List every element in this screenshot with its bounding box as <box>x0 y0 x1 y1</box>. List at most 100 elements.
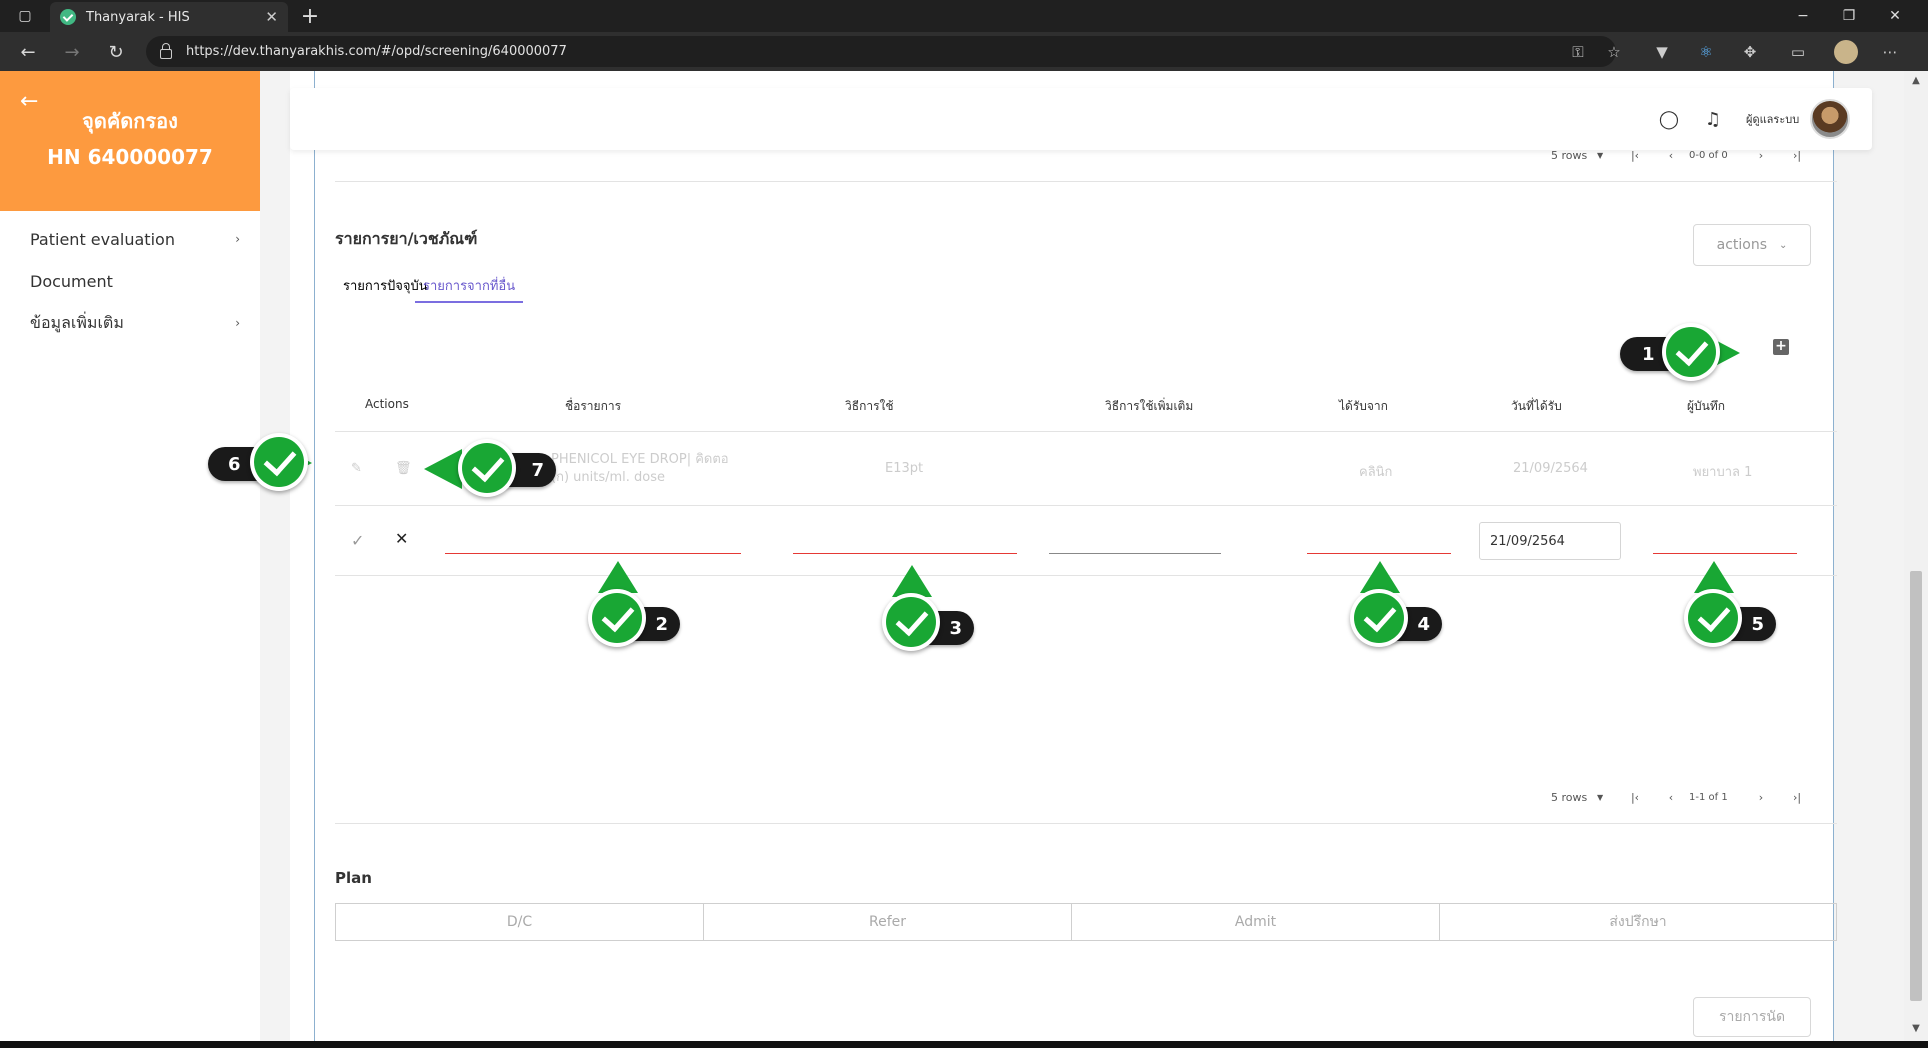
scroll-thumb[interactable] <box>1910 571 1922 1001</box>
chevron-down-icon: ⌄ <box>1779 239 1788 251</box>
favicon-icon <box>60 9 76 25</box>
main-card: 5 rows ▼ |‹ ‹ 0-0 of 0 › ›| รายการยา/เวช… <box>290 71 1837 1041</box>
edit-pencil-icon[interactable]: ✎ <box>351 461 362 476</box>
marker-2-check-icon <box>588 589 646 647</box>
pager-bottom: 5 rows ▼ |‹ ‹ 1-1 of 1 › ›| <box>1551 787 1841 807</box>
sidebar: ← จุดคัดกรอง HN 640000077 Patient evalua… <box>0 71 260 1041</box>
content-panel: 5 rows ▼ |‹ ‹ 0-0 of 0 › ›| รายการยา/เวช… <box>314 71 1837 1041</box>
plan-consult-button[interactable]: ส่งปรึกษา <box>1439 903 1837 941</box>
user-name[interactable]: ผู้ดูแลระบบ <box>1746 110 1799 128</box>
appointment-button[interactable]: รายการนัด <box>1693 997 1811 1037</box>
plan-title: Plan <box>335 869 372 887</box>
col-usage: วิธีการใช้ <box>845 399 894 413</box>
favorite-star-icon[interactable]: ☆ <box>1602 40 1626 64</box>
prev-page-icon[interactable]: ‹ <box>1653 791 1689 804</box>
key-icon[interactable]: ⚿ <box>1566 40 1590 64</box>
sidebar-item-document[interactable]: Document <box>30 267 240 295</box>
page: ← จุดคัดกรอง HN 640000077 Patient evalua… <box>0 71 1904 1041</box>
collections-icon[interactable]: ▭ <box>1786 40 1810 64</box>
first-page-icon[interactable]: |‹ <box>1617 791 1653 804</box>
marker-4-check-icon <box>1350 589 1408 647</box>
browser-tabbar: ▢ Thanyarak - HIS ✕ + − ❐ ✕ <box>0 0 1928 32</box>
last-page-icon[interactable]: ›| <box>1779 149 1815 162</box>
col-actions: Actions <box>365 397 409 411</box>
sidebar-item-label: ข้อมูลเพิ่มเติม <box>30 312 124 332</box>
marker-7-pointer <box>424 449 462 489</box>
more-menu-icon[interactable]: ⋯ <box>1878 40 1902 64</box>
prev-page-icon[interactable]: ‹ <box>1653 149 1689 162</box>
caret-down-icon[interactable]: ▼ <box>1597 793 1617 802</box>
page-range: 0-0 of 0 <box>1689 149 1728 161</box>
col-recorder: ผู้บันทึก <box>1687 399 1726 413</box>
react-extension-icon[interactable]: ⚛ <box>1694 40 1718 64</box>
actions-dropdown[interactable]: actions ⌄ <box>1693 224 1811 266</box>
caret-down-icon[interactable]: ▼ <box>1597 151 1617 160</box>
sidebar-item-label: Patient evaluation <box>30 229 175 249</box>
received-date-input[interactable]: 21/09/2564 <box>1479 522 1621 560</box>
chevron-right-icon: › <box>235 316 240 330</box>
marker-3: 3 <box>882 565 992 655</box>
tab-actions-icon[interactable]: ▢ <box>2 0 48 32</box>
address-bar[interactable]: https://dev.thanyarakhis.com/#/opd/scree… <box>146 36 1616 67</box>
col-received-from: ได้รับจาก <box>1339 399 1388 413</box>
first-page-icon[interactable]: |‹ <box>1617 149 1653 162</box>
row-usage: E13pt <box>885 461 924 476</box>
marker-1-check-icon <box>1662 323 1720 381</box>
rows-per-page[interactable]: 5 rows <box>1551 149 1597 162</box>
cancel-x-icon[interactable]: ✕ <box>395 529 408 548</box>
last-page-icon[interactable]: ›| <box>1779 791 1815 804</box>
divider <box>335 431 1837 432</box>
row-date: 21/09/2564 <box>1513 461 1588 476</box>
marker-5-check-icon <box>1684 589 1742 647</box>
col-extra-usage: วิธีการใช้เพิ่มเติม <box>1105 399 1194 413</box>
scroll-down-icon[interactable]: ▼ <box>1908 1023 1924 1037</box>
vue-devtools-icon[interactable]: ▼ <box>1650 40 1674 64</box>
divider <box>335 575 1837 576</box>
sidebar-item-patient-evaluation[interactable]: Patient evaluation › <box>30 225 240 253</box>
sidebar-title: จุดคัดกรอง <box>82 109 178 133</box>
extra-usage-input[interactable] <box>1049 553 1221 554</box>
restore-button[interactable]: ❐ <box>1826 0 1872 32</box>
plan-dc-button[interactable]: D/C <box>335 903 704 941</box>
recorder-input[interactable] <box>1653 553 1797 554</box>
plan-admit-button[interactable]: Admit <box>1071 903 1440 941</box>
scroll-up-icon[interactable]: ▲ <box>1908 75 1924 89</box>
page-scrollbar[interactable]: ▲ ▼ <box>1904 71 1928 1041</box>
plan-refer-button[interactable]: Refer <box>703 903 1072 941</box>
tab-close-icon[interactable]: ✕ <box>265 8 278 26</box>
rows-per-page[interactable]: 5 rows <box>1551 791 1597 804</box>
marker-1: 1 <box>1620 323 1750 385</box>
bell-icon[interactable]: ♫ <box>1700 106 1726 132</box>
trash-icon[interactable]: 🗑 <box>395 461 412 476</box>
sidebar-header: ← จุดคัดกรอง HN 640000077 <box>0 71 260 211</box>
back-icon[interactable]: ← <box>12 36 44 68</box>
avatar[interactable] <box>1810 99 1850 139</box>
item-name-input[interactable] <box>445 553 741 554</box>
extensions-icon[interactable]: ✥ <box>1738 40 1762 64</box>
marker-3-check-icon <box>882 593 940 651</box>
actions-label: actions <box>1716 237 1767 253</box>
row-item-name-line2: (ก) units/ml. dose <box>551 470 666 485</box>
close-window-button[interactable]: ✕ <box>1872 0 1918 32</box>
usage-input[interactable] <box>793 553 1017 554</box>
tab-title: Thanyarak - HIS <box>86 9 190 25</box>
marker-7: 7 <box>424 439 560 501</box>
minimize-button[interactable]: − <box>1780 0 1826 32</box>
sidebar-item-additional-info[interactable]: ข้อมูลเพิ่มเติม › <box>30 309 240 337</box>
new-tab-button[interactable]: + <box>296 2 324 30</box>
page-range: 1-1 of 1 <box>1689 791 1728 803</box>
add-row-icon[interactable]: + <box>1773 339 1789 355</box>
next-page-icon[interactable]: › <box>1743 149 1779 162</box>
forward-icon[interactable]: → <box>56 36 88 68</box>
browser-toolbar: ← → ↻ https://dev.thanyarakhis.com/#/opd… <box>0 32 1928 71</box>
received-from-input[interactable] <box>1307 553 1451 554</box>
tab-other-source-list[interactable]: รายการจากที่อื่น <box>415 273 524 303</box>
reload-icon[interactable]: ↻ <box>100 36 132 68</box>
chat-icon[interactable]: ◯ <box>1656 106 1682 132</box>
confirm-check-icon[interactable]: ✓ <box>351 531 364 550</box>
browser-tab[interactable]: Thanyarak - HIS ✕ <box>50 2 288 32</box>
sidebar-hn: HN 640000077 <box>47 145 213 169</box>
next-page-icon[interactable]: › <box>1743 791 1779 804</box>
profile-icon[interactable] <box>1834 40 1858 64</box>
row-item-name: PHENICOL EYE DROP| คิดตอ (ก) units/ml. d… <box>551 451 729 487</box>
